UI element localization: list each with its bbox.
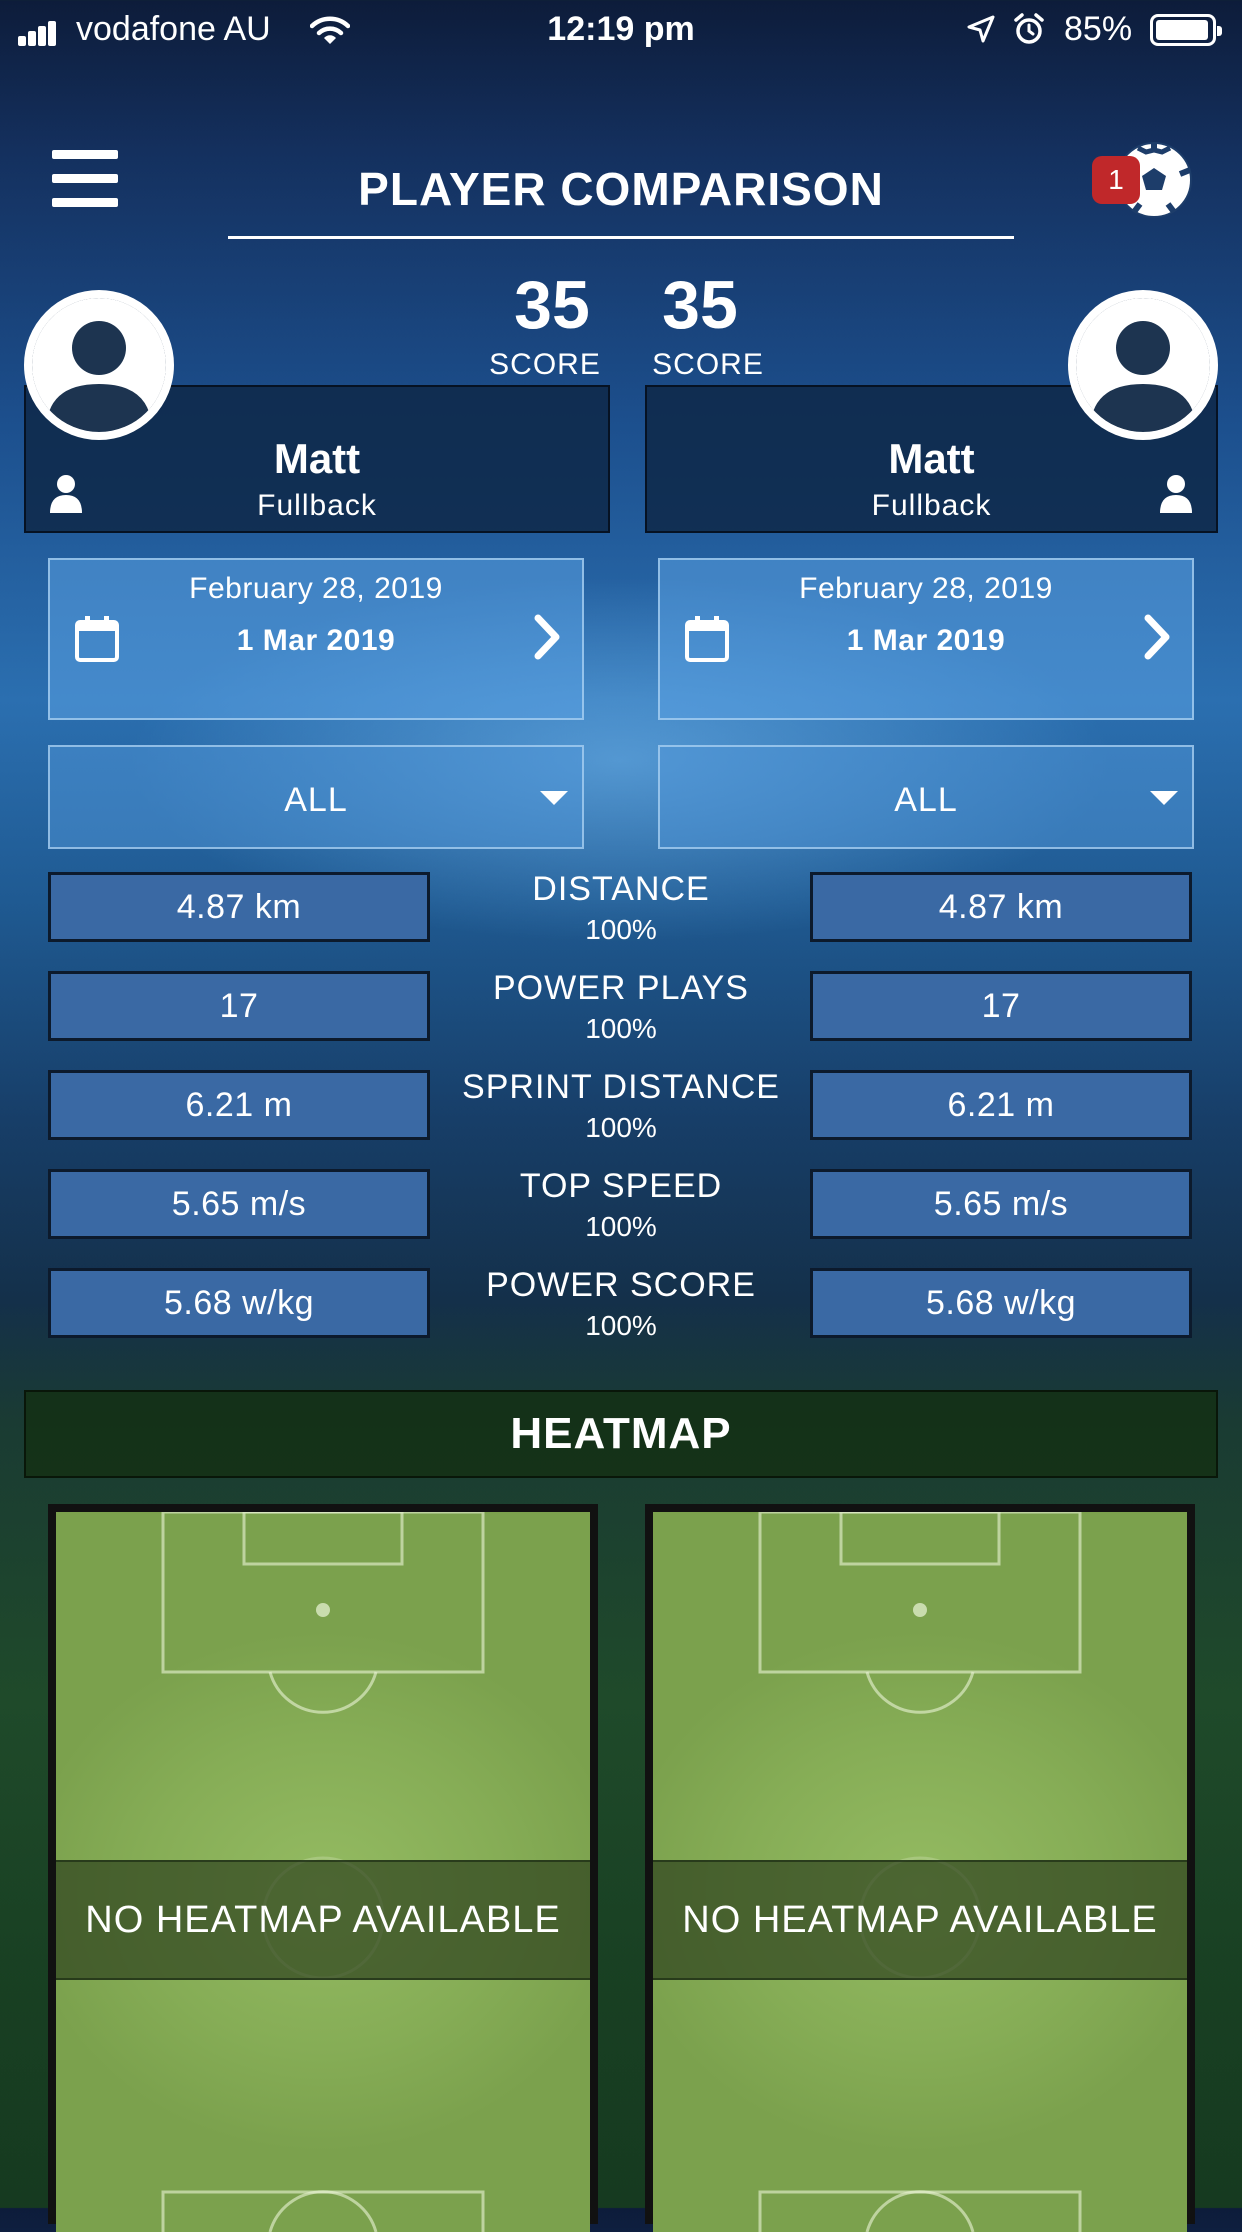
distance-label: DISTANCE (532, 870, 710, 908)
clock-time: 12:19 pm (547, 10, 695, 48)
chevron-down-icon (540, 791, 568, 805)
no-heatmap-message: NO HEATMAP AVAILABLE (56, 1860, 590, 1980)
player-1-avatar[interactable] (24, 290, 174, 440)
player-1-date-from: February 28, 2019 (189, 572, 443, 605)
football-pitch: NO HEATMAP AVAILABLE (653, 1512, 1187, 2232)
player-2-date-picker[interactable]: February 28, 2019 1 Mar 2019 (658, 558, 1194, 720)
top-speed-label: TOP SPEED (519, 1167, 723, 1205)
football-pitch: NO HEATMAP AVAILABLE (56, 1512, 590, 2232)
page-title: PLAYER COMPARISON (358, 163, 884, 215)
player-1-name: Matt (273, 435, 361, 482)
power-plays-left-value: 17 (48, 971, 430, 1041)
player-1-position: Fullback (257, 489, 377, 522)
title-underline (228, 236, 1014, 239)
person-icon (1076, 298, 1210, 432)
top-speed-right-value: 5.65 m/s (810, 1169, 1192, 1239)
player-2-score-label: SCORE (652, 348, 764, 381)
distance-right-value: 4.87 km (810, 872, 1192, 942)
player-2-name: Matt (888, 435, 975, 482)
player-1-date-to: 1 Mar 2019 (236, 624, 396, 657)
power-score-label: POWER SCORE (486, 1266, 756, 1304)
power-plays-right-value: 17 (810, 971, 1192, 1041)
distance-percent: 100% (585, 914, 657, 945)
player-1-filter-value: ALL (284, 781, 348, 819)
power-score-percent: 100% (585, 1310, 657, 1341)
player-2-date-from: February 28, 2019 (799, 572, 1053, 605)
player-1-heatmap: NO HEATMAP AVAILABLE (48, 1504, 598, 2232)
battery-percent: 85% (1064, 10, 1133, 48)
player-2-score: 35 (662, 267, 738, 343)
power-score-right-value: 5.68 w/kg (810, 1268, 1192, 1338)
player-2-filter-value: ALL (894, 781, 958, 819)
sprint-distance-right-value: 6.21 m (810, 1070, 1192, 1140)
player-2-avatar[interactable] (1068, 290, 1218, 440)
chevron-right-icon[interactable] (530, 612, 564, 662)
player-1-date-picker[interactable]: February 28, 2019 1 Mar 2019 (48, 558, 584, 720)
player-1-filter-dropdown[interactable]: ALL (48, 745, 584, 849)
distance-left-value: 4.87 km (48, 872, 430, 942)
top-speed-percent: 100% (585, 1211, 657, 1242)
no-heatmap-message: NO HEATMAP AVAILABLE (653, 1860, 1187, 1980)
heatmap-section-title: HEATMAP (24, 1390, 1218, 1478)
chevron-down-icon (1150, 791, 1178, 805)
calendar-icon (75, 616, 119, 662)
player-1-score-label: SCORE (489, 348, 601, 381)
battery-icon (1150, 14, 1222, 46)
sprint-distance-left-value: 6.21 m (48, 1070, 430, 1140)
player-1-score: 35 (514, 267, 590, 343)
status-bar: vodafone AU 12:19 pm 85% (0, 0, 1242, 62)
sprint-distance-label: SPRINT DISTANCE (462, 1068, 780, 1106)
alarm-icon (1014, 13, 1044, 44)
power-score-left-value: 5.68 w/kg (48, 1268, 430, 1338)
calendar-icon (685, 616, 729, 662)
player-2-date-to: 1 Mar 2019 (846, 624, 1006, 657)
power-plays-percent: 100% (585, 1013, 657, 1044)
person-icon (32, 298, 166, 432)
chevron-right-icon[interactable] (1140, 612, 1174, 662)
player-2-heatmap: NO HEATMAP AVAILABLE (645, 1504, 1195, 2232)
location-icon (967, 15, 995, 43)
sprint-distance-percent: 100% (585, 1112, 657, 1143)
player-2-filter-dropdown[interactable]: ALL (658, 745, 1194, 849)
power-plays-label: POWER PLAYS (493, 969, 749, 1007)
top-speed-left-value: 5.65 m/s (48, 1169, 430, 1239)
notification-badge[interactable]: 1 (1092, 156, 1140, 204)
player-2-position: Fullback (871, 489, 992, 522)
